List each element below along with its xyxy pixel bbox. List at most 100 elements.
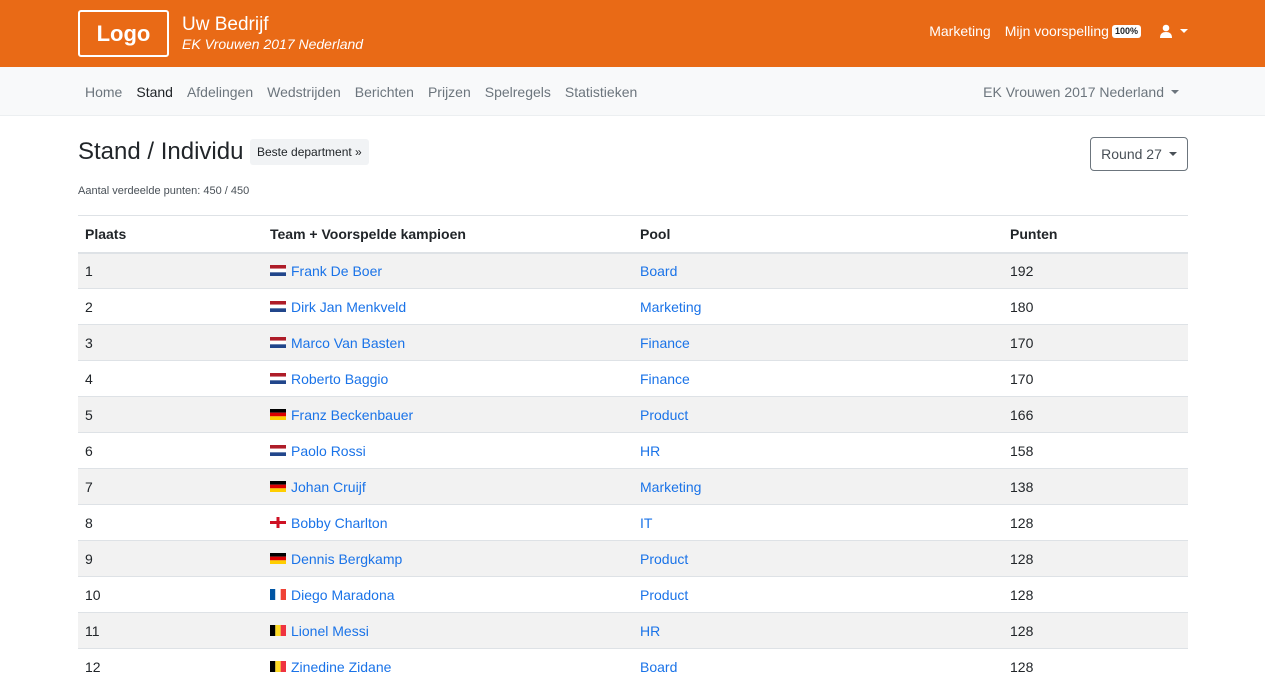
pool-cell: Board: [633, 252, 1003, 289]
table-row: 3 Marco Van Basten Finance 170: [78, 324, 1188, 361]
top-header: Logo Uw Bedrijf EK Vrouwen 2017 Nederlan…: [0, 0, 1265, 67]
nav-item-spelregels[interactable]: Spelregels: [478, 84, 558, 100]
points-cell: 170: [1003, 360, 1188, 397]
table-body: 1 Frank De Boer Board 192 2 Dirk Jan Menkveld…: [78, 252, 1188, 685]
pool-cell: Finance: [633, 324, 1003, 361]
nav-item-home[interactable]: Home: [78, 84, 129, 100]
my-prediction-link[interactable]: Mijn voorspelling 100%: [1005, 23, 1141, 39]
pool-cell: Marketing: [633, 288, 1003, 325]
player-link[interactable]: Roberto Baggio: [291, 371, 388, 387]
player-link[interactable]: Dennis Bergkamp: [291, 551, 402, 567]
nav-item-wedstrijden[interactable]: Wedstrijden: [260, 84, 348, 100]
team-cell: Zinedine Zidane: [263, 648, 633, 685]
best-department-button[interactable]: Beste department »: [250, 139, 369, 165]
pool-link[interactable]: Marketing: [640, 479, 701, 495]
pool-cell: Finance: [633, 360, 1003, 397]
tournament-name: EK Vrouwen 2017 Nederland: [182, 36, 364, 52]
pool-link[interactable]: Product: [640, 407, 688, 423]
team-cell: Diego Maradona: [263, 576, 633, 613]
points-cell: 128: [1003, 576, 1188, 613]
nav-item-prijzen[interactable]: Prijzen: [421, 84, 478, 100]
competition-selector[interactable]: EK Vrouwen 2017 Nederland: [983, 67, 1179, 116]
header-place: Plaats: [78, 215, 263, 254]
top-right-menu: Marketing Mijn voorspelling 100%: [915, 23, 1188, 39]
pool-link[interactable]: Board: [640, 659, 677, 675]
team-cell: Paolo Rossi: [263, 432, 633, 469]
table-row: 4 Roberto Baggio Finance 170: [78, 360, 1188, 397]
nav-item-statistieken[interactable]: Statistieken: [558, 84, 644, 100]
team-cell: Frank De Boer: [263, 252, 633, 289]
player-link[interactable]: Paolo Rossi: [291, 443, 366, 459]
points-info: Aantal verdeelde punten: 450 / 450: [78, 185, 250, 197]
team-cell: Dirk Jan Menkveld: [263, 288, 633, 325]
place-cell: 2: [78, 288, 263, 325]
nav-item-afdelingen[interactable]: Afdelingen: [180, 84, 260, 100]
place-cell: 11: [78, 612, 263, 649]
nav-item-stand[interactable]: Stand: [129, 84, 180, 100]
pool-cell: Product: [633, 396, 1003, 433]
nav-links: Home Stand Afdelingen Wedstrijden Berichten P…: [78, 67, 644, 116]
pool-cell: IT: [633, 504, 1003, 541]
points-cell: 128: [1003, 540, 1188, 577]
pool-link[interactable]: Finance: [640, 335, 690, 351]
nav-item-berichten[interactable]: Berichten: [348, 84, 421, 100]
player-link[interactable]: Lionel Messi: [291, 623, 369, 639]
points-cell: 138: [1003, 468, 1188, 505]
round-selector-label: Round 27: [1101, 146, 1162, 162]
player-link[interactable]: Diego Maradona: [291, 587, 395, 603]
team-cell-content: Marco Van Basten: [270, 335, 626, 351]
pool-link[interactable]: HR: [640, 623, 660, 639]
player-link[interactable]: Franz Beckenbauer: [291, 407, 413, 423]
pool-link[interactable]: Board: [640, 263, 677, 279]
round-selector[interactable]: Round 27: [1090, 137, 1188, 171]
flag-fr-icon: [270, 589, 286, 600]
flag-de-icon: [270, 481, 286, 492]
pool-cell: Product: [633, 576, 1003, 613]
player-link[interactable]: Johan Cruijf: [291, 479, 366, 495]
player-link[interactable]: Marco Van Basten: [291, 335, 405, 351]
pool-cell: HR: [633, 612, 1003, 649]
team-cell-content: Diego Maradona: [270, 587, 626, 603]
flag-nl-icon: [270, 445, 286, 456]
player-link[interactable]: Dirk Jan Menkveld: [291, 299, 406, 315]
flag-nl-icon: [270, 301, 286, 312]
team-cell-content: Paolo Rossi: [270, 443, 626, 459]
flag-be-icon: [270, 625, 286, 636]
pool-link[interactable]: Marketing: [640, 299, 701, 315]
team-cell: Franz Beckenbauer: [263, 396, 633, 433]
table-row: 6 Paolo Rossi HR 158: [78, 432, 1188, 469]
pool-link[interactable]: Product: [640, 551, 688, 567]
team-cell: Marco Van Basten: [263, 324, 633, 361]
points-cell: 158: [1003, 432, 1188, 469]
header-points: Punten: [1003, 215, 1188, 254]
flag-be-icon: [270, 661, 286, 673]
pool-link[interactable]: IT: [640, 515, 652, 531]
chevron-down-icon: [1171, 89, 1179, 94]
user-menu[interactable]: [1159, 24, 1188, 38]
flag-de-icon: [270, 553, 286, 564]
pool-cell: Board: [633, 648, 1003, 685]
table-header-row: Plaats Team + Voorspelde kampioen Pool P…: [78, 215, 1188, 254]
place-cell: 1: [78, 252, 263, 289]
player-link[interactable]: Bobby Charlton: [291, 515, 388, 531]
pool-link[interactable]: Product: [640, 587, 688, 603]
team-cell-content: Lionel Messi: [270, 623, 626, 639]
pool-link[interactable]: Finance: [640, 371, 690, 387]
place-cell: 3: [78, 324, 263, 361]
logo[interactable]: Logo: [78, 10, 169, 57]
pool-cell: Product: [633, 540, 1003, 577]
player-link[interactable]: Frank De Boer: [291, 263, 382, 279]
company-name: Uw Bedrijf: [182, 14, 269, 35]
place-cell: 4: [78, 360, 263, 397]
competition-selector-label: EK Vrouwen 2017 Nederland: [983, 83, 1164, 100]
place-cell: 9: [78, 540, 263, 577]
brand: Uw Bedrijf EK Vrouwen 2017 Nederland: [182, 14, 363, 53]
player-link[interactable]: Zinedine Zidane: [291, 659, 391, 675]
pool-link[interactable]: HR: [640, 443, 660, 459]
chevron-down-icon: [1168, 152, 1177, 156]
department-link[interactable]: Marketing: [929, 23, 990, 39]
flag-en-icon: [270, 517, 286, 528]
place-cell: 10: [78, 576, 263, 613]
team-cell-content: Franz Beckenbauer: [270, 407, 626, 423]
team-cell: Lionel Messi: [263, 612, 633, 649]
